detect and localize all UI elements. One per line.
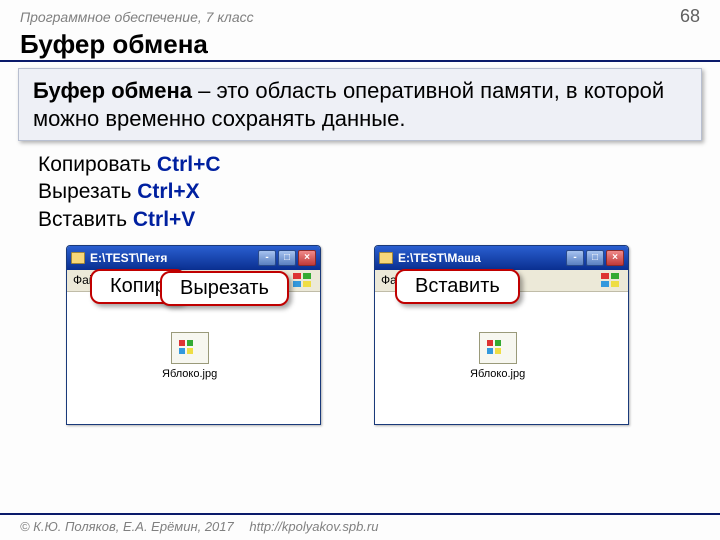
windows-area: E:\TEST\Петя - □ × Файл Яблоко.jpg E:\TE…	[0, 245, 720, 465]
window-body-right: Яблоко.jpg	[375, 292, 628, 424]
maximize-button[interactable]: □	[278, 250, 296, 266]
window-body-left: Яблоко.jpg	[67, 292, 320, 424]
shortcut-copy-key: Ctrl+C	[157, 153, 221, 176]
close-button[interactable]: ×	[298, 250, 316, 266]
callout-cut: Вырезать	[160, 271, 289, 306]
shortcut-paste-label: Вставить	[38, 208, 133, 231]
file-item-left[interactable]: Яблоко.jpg	[162, 332, 217, 380]
titlebar-left: E:\TEST\Петя - □ ×	[67, 246, 320, 270]
shortcut-list: Копировать Ctrl+C Вырезать Ctrl+X Встави…	[38, 151, 720, 233]
image-file-icon	[479, 332, 517, 364]
shortcut-paste-key: Ctrl+V	[133, 208, 195, 231]
file-label-right: Яблоко.jpg	[470, 368, 525, 380]
folder-icon	[379, 252, 393, 264]
definition-box: Буфер обмена – это область оперативной п…	[18, 68, 702, 141]
footer-url: http://kpolyakov.spb.ru	[249, 519, 378, 534]
minimize-button[interactable]: -	[258, 250, 276, 266]
slide-title: Буфер обмена	[0, 29, 720, 62]
shortcut-cut-key: Ctrl+X	[137, 180, 199, 203]
window-title-left: E:\TEST\Петя	[90, 251, 258, 265]
shortcut-cut-label: Вырезать	[38, 180, 137, 203]
shortcut-copy: Копировать Ctrl+C	[38, 151, 720, 178]
file-item-right[interactable]: Яблоко.jpg	[470, 332, 525, 380]
shortcut-copy-label: Копировать	[38, 153, 157, 176]
slide-footer: © К.Ю. Поляков, Е.А. Ерёмин, 2017 http:/…	[0, 513, 720, 540]
close-button[interactable]: ×	[606, 250, 624, 266]
slide-header: Программное обеспечение, 7 класс 68	[0, 0, 720, 29]
footer-authors: © К.Ю. Поляков, Е.А. Ерёмин, 2017	[20, 519, 234, 534]
callout-paste: Вставить	[395, 269, 520, 304]
course-name: Программное обеспечение, 7 класс	[20, 9, 254, 25]
titlebar-right: E:\TEST\Маша - □ ×	[375, 246, 628, 270]
minimize-button[interactable]: -	[566, 250, 584, 266]
windows-logo-icon	[600, 272, 622, 288]
shortcut-paste: Вставить Ctrl+V	[38, 206, 720, 233]
windows-logo-icon	[292, 272, 314, 288]
folder-icon	[71, 252, 85, 264]
maximize-button[interactable]: □	[586, 250, 604, 266]
definition-dash: –	[192, 78, 216, 103]
definition-term: Буфер обмена	[33, 78, 192, 103]
page-number: 68	[680, 6, 700, 27]
file-label-left: Яблоко.jpg	[162, 368, 217, 380]
window-title-right: E:\TEST\Маша	[398, 251, 566, 265]
shortcut-cut: Вырезать Ctrl+X	[38, 178, 720, 205]
image-file-icon	[171, 332, 209, 364]
